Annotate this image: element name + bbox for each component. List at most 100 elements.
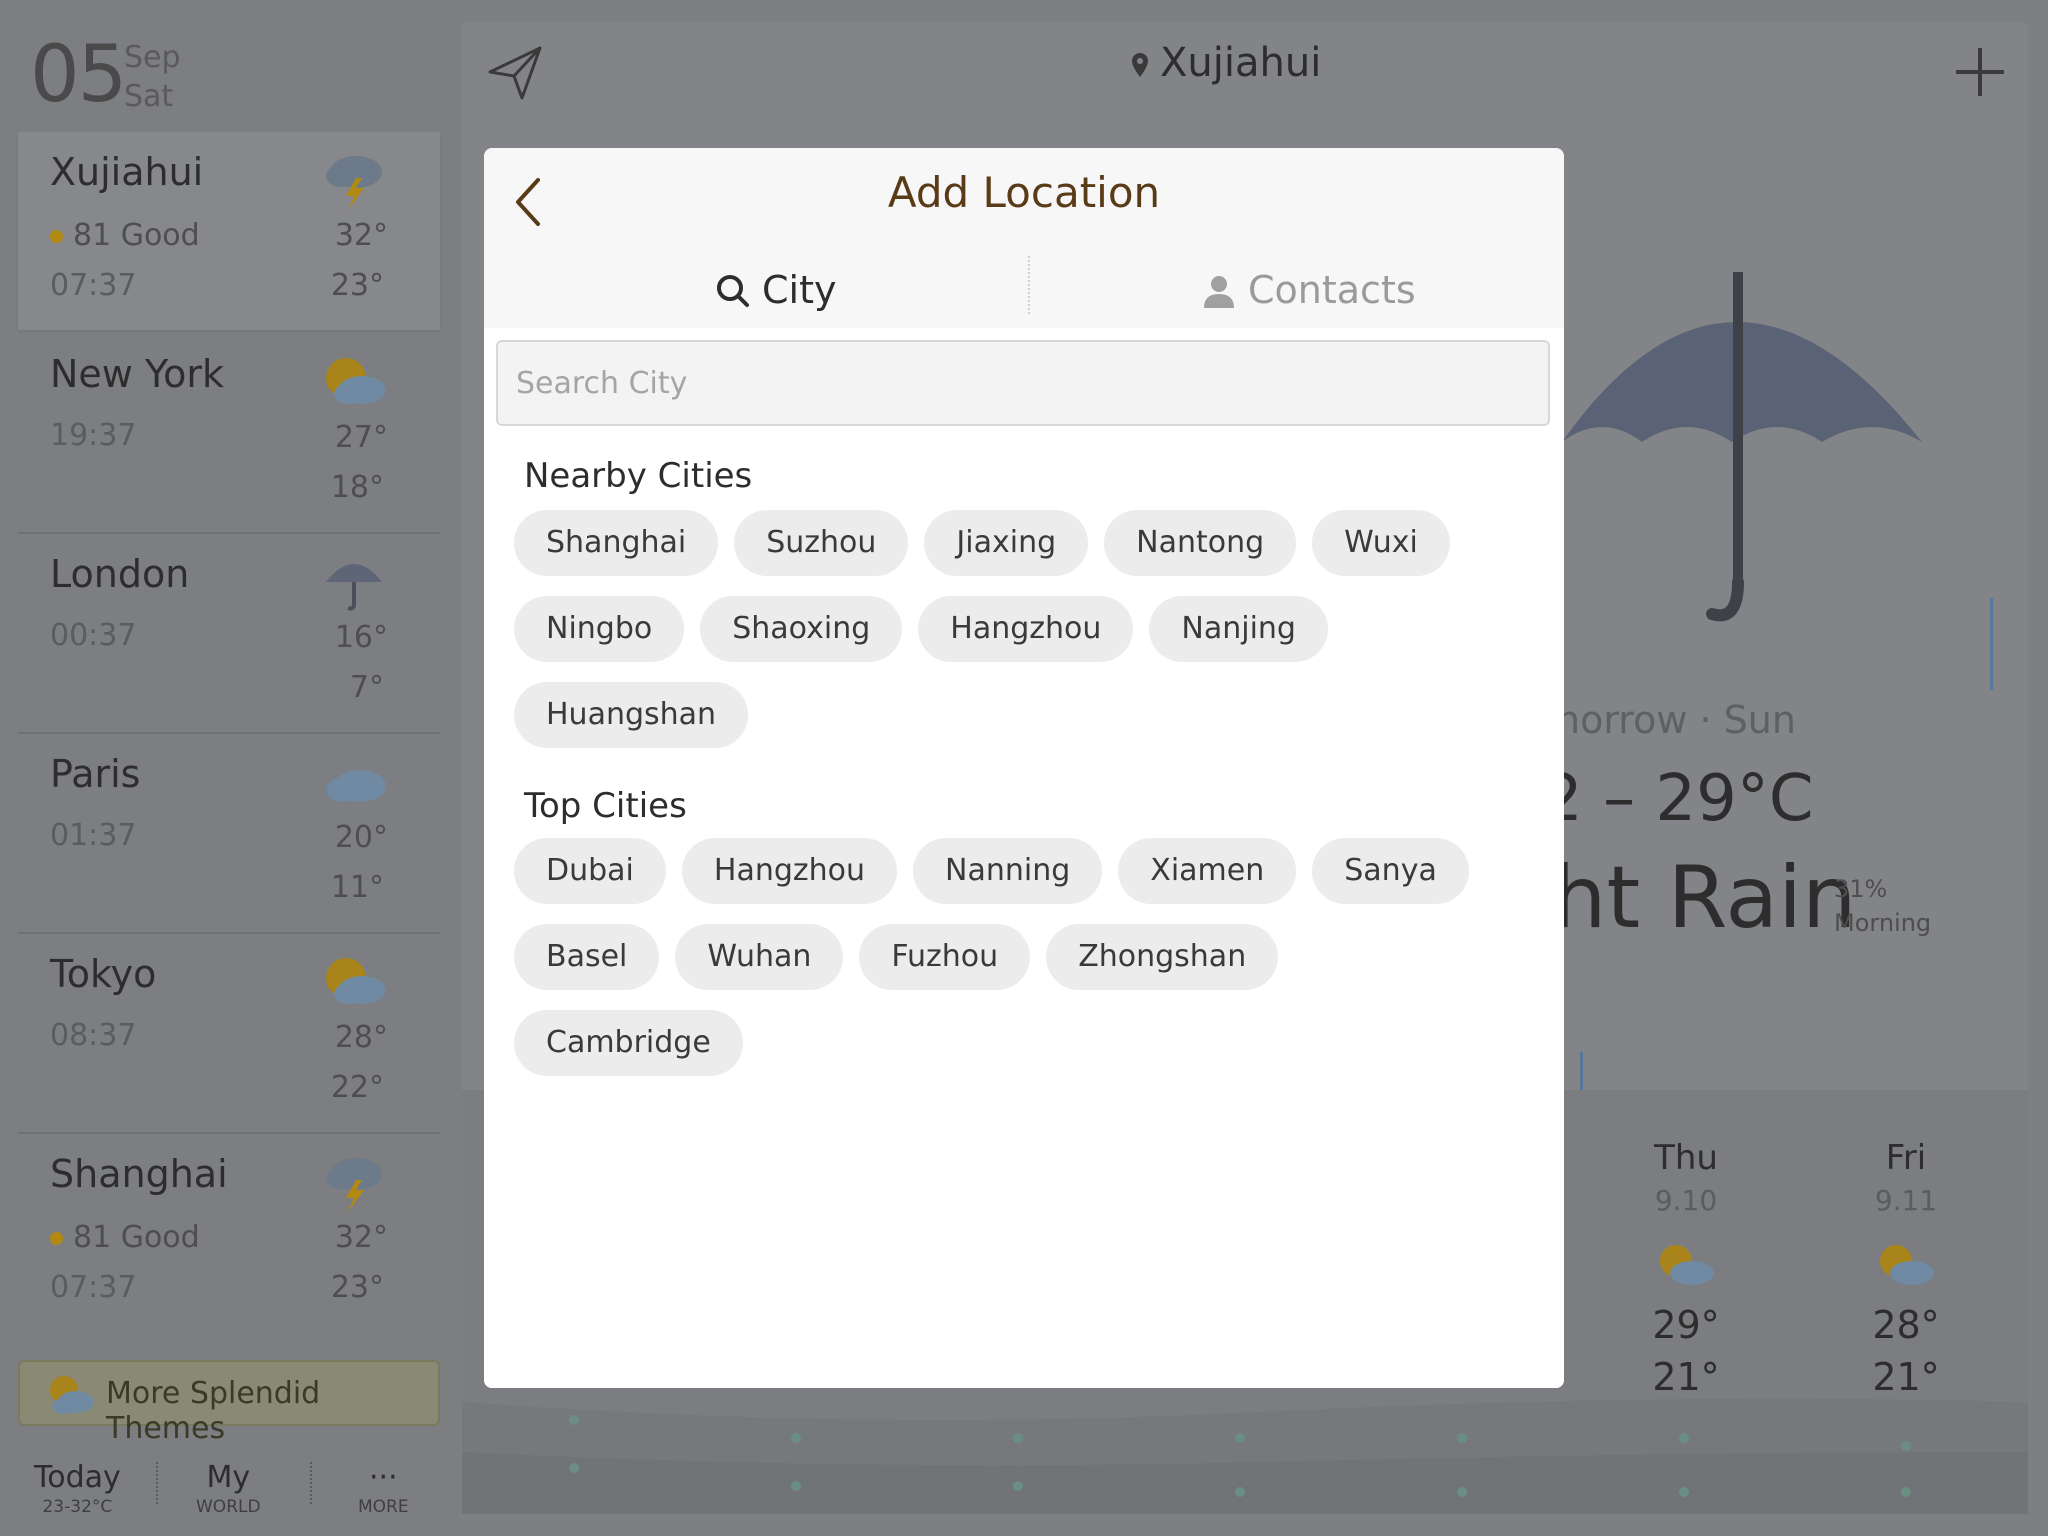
top-cities-title: Top Cities [524,786,687,826]
tab-city[interactable]: City [716,268,836,312]
local-time: 08:37 [50,1018,137,1053]
top-cities-list: Dubai Hangzhou Nanning Xiamen Sanya Base… [514,838,1534,1096]
city-chip-nantong[interactable]: Nantong [1104,510,1297,576]
nav-my-world[interactable]: My WORLD [196,1460,261,1517]
local-time: 19:37 [50,418,137,453]
city-card-new-york[interactable]: New York 19:37 27° 18° [18,334,440,534]
city-chip-shanghai[interactable]: Shanghai [514,510,719,576]
bottom-nav: Today 23-32°C My WORLD ··· MORE [0,1440,460,1536]
date-month: Sep [124,40,181,75]
add-location-dialog: Add Location City Contacts Nearby Cities… [484,148,1564,1388]
umbrella-illustration [1562,272,1922,622]
location-tabs: City Contacts [484,256,1564,328]
rain-line [1990,598,1993,690]
temp-low: 7° [349,670,384,705]
aqi-dot [50,1232,63,1245]
tab-divider [1028,256,1030,314]
precipitation: 31% Morning [1834,872,1931,940]
city-chip-hangzhou[interactable]: Hangzhou [681,838,898,904]
aqi-dot [50,230,63,243]
tab-contacts[interactable]: Contacts [1202,268,1416,312]
nearby-cities-list: Shanghai Suzhou Jiaxing Nantong Wuxi Nin… [514,510,1534,768]
more-themes-label: More Splendid Themes [106,1376,321,1446]
city-chip-cambridge[interactable]: Cambridge [514,1010,743,1076]
city-name: Paris [50,752,141,796]
temp-low: 23° [330,268,384,303]
city-name: Tokyo [50,952,157,996]
city-chip-ningbo[interactable]: Ningbo [514,596,685,662]
nav-divider [156,1462,158,1504]
city-chip-xiamen[interactable]: Xiamen [1118,838,1297,904]
location-title[interactable]: Xujiahui [1132,40,1321,86]
local-time: 01:37 [50,818,137,853]
city-chip-huangshan[interactable]: Huangshan [514,682,749,748]
city-chip-nanjing[interactable]: Nanjing [1149,596,1328,662]
temp-high: 16° [334,620,388,655]
search-icon [717,275,749,307]
temp-high: 27° [334,420,388,455]
nav-more[interactable]: ··· MORE [358,1460,409,1517]
city-card-london[interactable]: London 00:37 16° 7° [18,534,440,734]
tomorrow-condition: ht Rain [1552,848,1857,948]
precip-time: Morning [1834,909,1932,937]
city-card-shanghai[interactable]: Shanghai 81 Good 32° 07:37 23° [18,1134,440,1332]
local-time: 07:37 [50,1270,137,1305]
search-city-input[interactable] [496,340,1550,426]
nav-today-label: Today [34,1460,121,1495]
more-themes-button[interactable]: More Splendid Themes [18,1360,440,1446]
thunderstorm-icon [326,156,382,210]
nearby-cities-title: Nearby Cities [524,456,753,496]
city-chip-suzhou[interactable]: Suzhou [734,510,909,576]
city-chip-fuzhou[interactable]: Fuzhou [859,924,1031,990]
nav-today[interactable]: Today 23-32°C [34,1460,121,1517]
nav-today-range: 23-32°C [42,1497,113,1517]
tomorrow-label: norrow · Sun [1556,698,1796,742]
air-quality: 81 Good [50,1220,200,1255]
date-weekday: Sat [124,79,174,114]
local-time: 00:37 [50,618,137,653]
nav-divider [310,1462,312,1504]
cloud-icon [326,770,386,802]
location-pin-icon [1132,53,1148,77]
thunderstorm-icon [326,1158,382,1212]
city-chip-hangzhou[interactable]: Hangzhou [918,596,1134,662]
nav-my-label: My [206,1460,251,1495]
partly-cloudy-icon [1660,1245,1714,1285]
city-card-xujiahui[interactable]: Xujiahui 81 Good 32° 07:37 23° [18,132,440,330]
temp-high: 32° [334,218,388,253]
dialog-content: Nearby Cities Shanghai Suzhou Jiaxing Na… [484,328,1564,1388]
city-sidebar: 05 Sep Sat Xujiahui 81 Good 32° 07:37 23… [0,0,460,1536]
city-card-tokyo[interactable]: Tokyo 08:37 28° 22° [18,934,440,1134]
themes-icon [50,1376,94,1414]
more-dots-icon: ··· [369,1460,398,1495]
forecast-high: 29° [1652,1303,1720,1347]
partly-cloudy-icon [1880,1245,1934,1285]
umbrella-icon [326,564,382,611]
city-name: London [50,552,190,596]
city-chip-basel[interactable]: Basel [514,924,660,990]
add-location-icon[interactable] [1952,44,2008,100]
city-chip-zhongshan[interactable]: Zhongshan [1046,924,1279,990]
city-chip-jiaxing[interactable]: Jiaxing [924,510,1089,576]
city-chip-sanya[interactable]: Sanya [1312,838,1469,904]
tab-city-label: City [762,268,837,312]
city-chip-shaoxing[interactable]: Shaoxing [700,596,903,662]
local-time: 07:37 [50,268,137,303]
paper-plane-icon[interactable] [486,44,544,102]
date-month-weekday: Sep Sat [124,38,181,116]
rain-line [1580,1052,1583,1090]
date-day: 05 [30,30,127,120]
forecast-date: 9.11 [1874,1184,1938,1217]
city-name: Shanghai [50,1152,228,1196]
forecast-date: 9.10 [1654,1184,1718,1217]
city-chip-dubai[interactable]: Dubai [514,838,666,904]
temp-high: 32° [334,1220,388,1255]
city-card-paris[interactable]: Paris 01:37 20° 11° [18,734,440,934]
nav-world-label: WORLD [196,1497,261,1517]
city-name: New York [50,352,225,396]
city-chip-wuhan[interactable]: Wuhan [675,924,844,990]
city-chip-wuxi[interactable]: Wuxi [1312,510,1450,576]
city-chip-nanning[interactable]: Nanning [913,838,1103,904]
tomorrow-temp-range: 2 – 29°C [1542,762,1814,836]
precip-percent: 31% [1834,875,1888,903]
